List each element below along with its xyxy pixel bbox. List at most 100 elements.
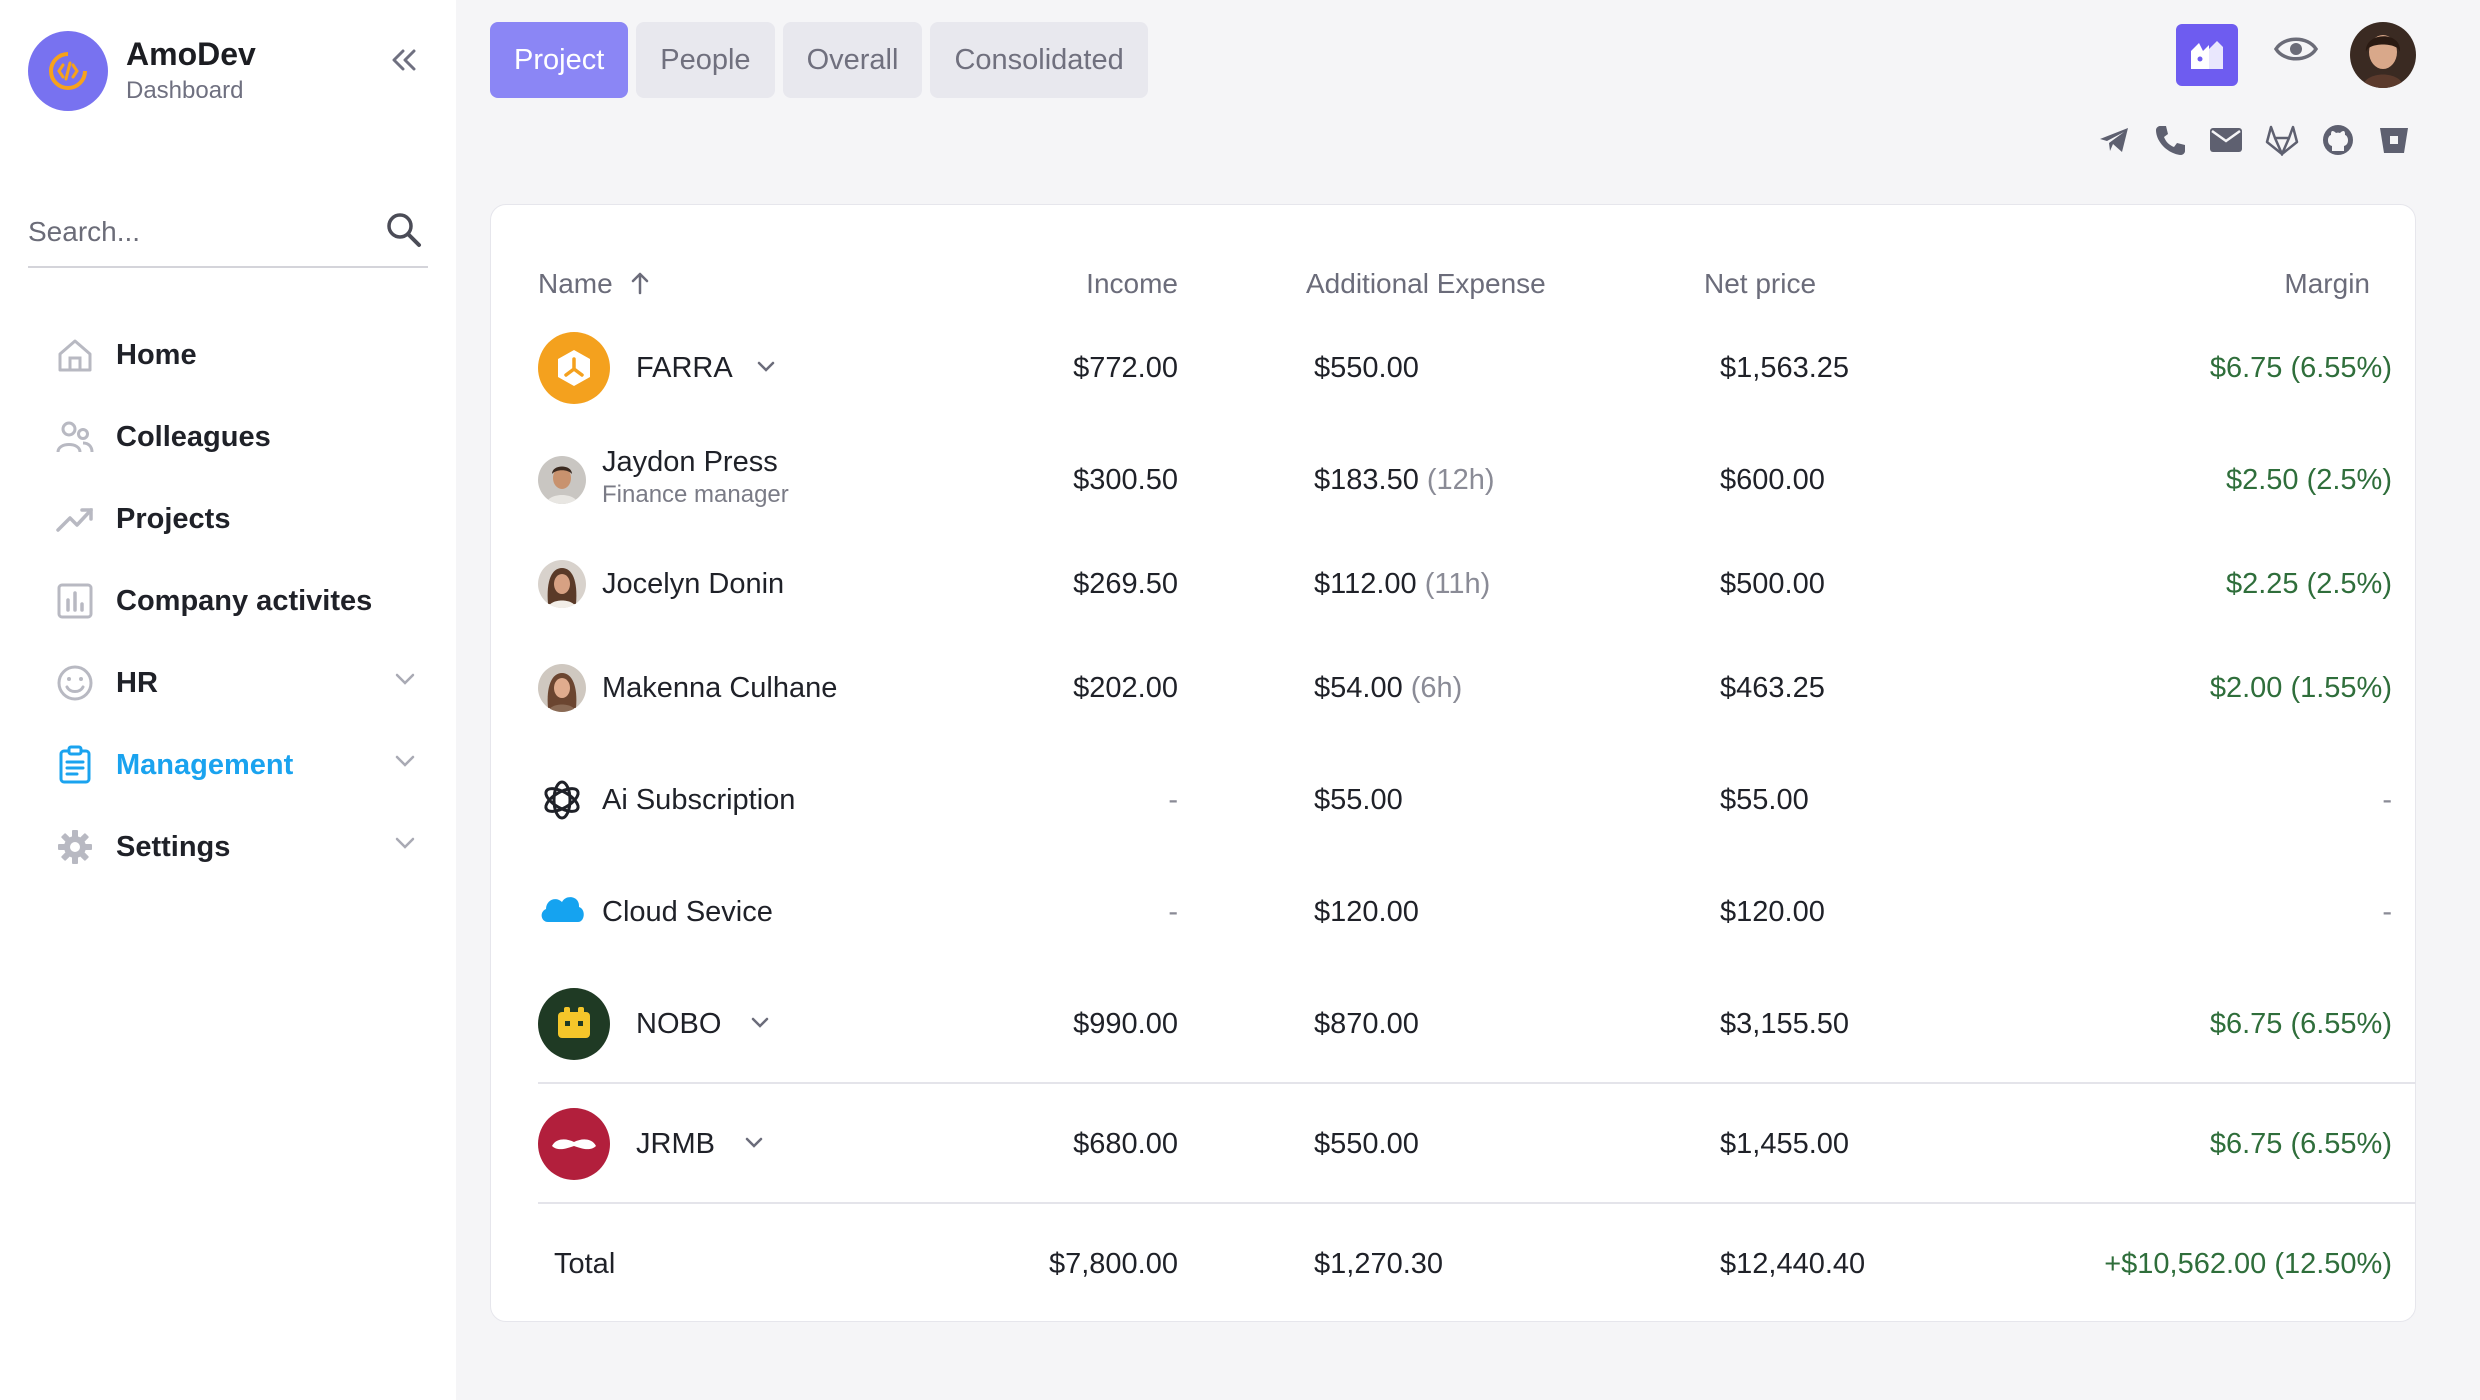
- income-value: -: [1168, 896, 1178, 928]
- eye-icon[interactable]: [2273, 34, 2319, 69]
- app-switcher-button[interactable]: [2176, 24, 2238, 86]
- sort-arrow-up-icon[interactable]: [630, 268, 650, 304]
- chevron-down-icon[interactable]: [394, 836, 416, 855]
- project-name: JRMB: [636, 1128, 715, 1160]
- tab-consolidated[interactable]: Consolidated: [930, 22, 1148, 98]
- expense-value: $120.00: [1314, 896, 1419, 928]
- expense-amount: $54.00: [1314, 672, 1403, 704]
- expense-value: $55.00: [1314, 784, 1403, 816]
- margin-value: $2.00 (1.55%): [2209, 672, 2392, 704]
- net-price-value: $3,155.50: [1720, 1008, 1850, 1040]
- cloud-icon: [538, 890, 586, 926]
- search-input[interactable]: [28, 216, 368, 248]
- collapse-sidebar-icon[interactable]: [384, 40, 424, 80]
- gitlab-icon[interactable]: [2264, 122, 2300, 158]
- brand[interactable]: AmoDev Dashboard: [28, 31, 256, 111]
- brand-logo-icon: [28, 31, 108, 111]
- margin-value: $2.25 (2.5%): [2225, 568, 2392, 600]
- income-value: $680.00: [1073, 1128, 1178, 1160]
- margin-value: -: [2382, 784, 2392, 816]
- sidebar-item-hr[interactable]: HR: [54, 642, 428, 724]
- project-logo-nobo: [538, 988, 610, 1060]
- net-price-value: $600.00: [1720, 464, 1825, 496]
- sidebar-item-home[interactable]: Home: [54, 314, 428, 396]
- sidebar-item-label: Management: [116, 748, 294, 781]
- expand-row-chevron-icon[interactable]: [756, 360, 776, 379]
- total-income: $7,800.00: [1048, 1248, 1178, 1280]
- row-divider: [538, 1202, 2416, 1204]
- net-price-value: $1,563.25: [1720, 352, 1850, 384]
- income-value: $772.00: [1073, 352, 1178, 384]
- expense-value: $54.00 (6h): [1314, 670, 1462, 706]
- search-bar: [28, 198, 428, 268]
- expense-item-name: Ai Subscription: [602, 784, 796, 816]
- tab-project[interactable]: Project: [490, 22, 629, 98]
- expense-hours: (12h): [1426, 464, 1495, 496]
- expense-hours: (6h): [1410, 672, 1463, 704]
- person-name: Jaydon Press: [602, 446, 778, 478]
- margin-value: $6.75 (6.55%): [2209, 1128, 2392, 1160]
- tab-people[interactable]: People: [636, 22, 775, 98]
- expense-amount: $112.00: [1314, 568, 1417, 600]
- home-icon: [54, 334, 96, 376]
- column-header-additional-expense[interactable]: Additional Expense: [1306, 266, 1546, 302]
- chevron-down-icon[interactable]: [394, 754, 416, 773]
- sidebar-item-projects[interactable]: Projects: [54, 478, 428, 560]
- person-role: Finance manager: [602, 481, 789, 508]
- expense-value: $183.50 (12h): [1314, 462, 1495, 498]
- sidebar-item-colleagues[interactable]: Colleagues: [54, 396, 428, 478]
- total-net-price: $12,440.40: [1720, 1248, 1866, 1280]
- net-price-value: $120.00: [1720, 896, 1825, 928]
- net-price-value: $463.25: [1720, 672, 1825, 704]
- sidebar: AmoDev Dashboard Home Colleagues: [0, 0, 456, 1400]
- bitbucket-icon[interactable]: [2376, 122, 2412, 158]
- expense-value: $870.00: [1314, 1008, 1419, 1040]
- column-header-label: Name: [538, 268, 613, 299]
- sidebar-item-label: Colleagues: [116, 420, 271, 453]
- expense-value: $550.00: [1314, 1128, 1419, 1160]
- user-avatar[interactable]: [2350, 22, 2416, 88]
- margin-value: $6.75 (6.55%): [2209, 1008, 2392, 1040]
- income-value: $202.00: [1073, 672, 1178, 704]
- person-avatar: [538, 456, 586, 504]
- expense-hours: (11h): [1424, 568, 1491, 600]
- person-avatar: [538, 664, 586, 712]
- column-header-margin[interactable]: Margin: [2100, 266, 2370, 302]
- sidebar-item-label: Company activites: [116, 584, 373, 617]
- net-price-value: $500.00: [1720, 568, 1825, 600]
- sidebar-item-company-activites[interactable]: Company activites: [54, 560, 428, 642]
- margin-value: $2.50 (2.5%): [2225, 464, 2392, 496]
- project-logo-jrmb: [538, 1108, 610, 1180]
- sidebar-item-label: Settings: [116, 830, 231, 863]
- search-icon[interactable]: [384, 210, 424, 255]
- person-name: Makenna Culhane: [602, 672, 838, 704]
- tab-overall[interactable]: Overall: [782, 22, 923, 98]
- sidebar-item-label: HR: [116, 666, 158, 699]
- sidebar-item-label: Projects: [116, 502, 231, 535]
- gear-icon: [54, 826, 96, 868]
- project-name: NOBO: [636, 1008, 722, 1040]
- github-icon[interactable]: [2320, 122, 2356, 158]
- chevron-down-icon[interactable]: [394, 672, 416, 691]
- column-header-name[interactable]: Name: [538, 266, 650, 304]
- expense-value: $112.00 (11h): [1314, 566, 1490, 602]
- column-header-net-price[interactable]: Net price: [1704, 266, 1816, 302]
- sidebar-item-settings[interactable]: Settings: [54, 806, 428, 888]
- telegram-icon[interactable]: [2096, 122, 2132, 158]
- expense-value: $550.00: [1314, 352, 1419, 384]
- sidebar-item-management[interactable]: Management: [54, 724, 428, 806]
- income-value: -: [1168, 784, 1178, 816]
- openai-icon: [538, 776, 586, 824]
- income-value: $990.00: [1073, 1008, 1178, 1040]
- income-value: $269.50: [1073, 568, 1178, 600]
- trending-up-icon: [54, 498, 96, 540]
- mail-icon[interactable]: [2208, 122, 2244, 158]
- expense-amount: $183.50: [1314, 464, 1419, 496]
- row-divider: [538, 1082, 2416, 1084]
- expand-row-chevron-icon[interactable]: [750, 1016, 770, 1035]
- column-header-income[interactable]: Income: [1000, 266, 1178, 302]
- phone-icon[interactable]: [2152, 122, 2188, 158]
- expand-row-chevron-icon[interactable]: [744, 1136, 764, 1155]
- users-icon: [54, 416, 96, 458]
- net-price-value: $55.00: [1720, 784, 1809, 816]
